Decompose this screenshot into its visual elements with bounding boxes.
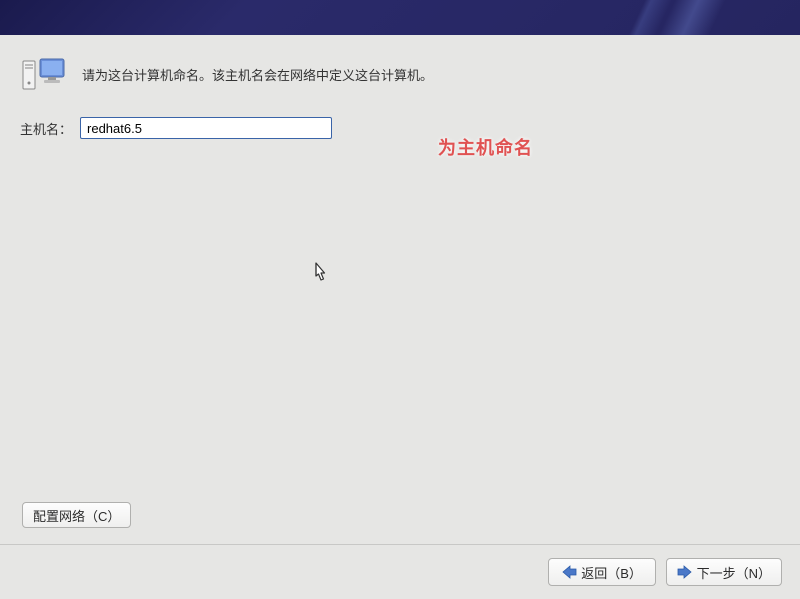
configure-network-button[interactable]: 配置网络（C）	[22, 502, 131, 528]
cursor-pointer-icon	[310, 261, 330, 285]
header-banner	[0, 0, 800, 35]
next-button[interactable]: 下一步（N）	[666, 558, 782, 586]
back-label: 返回（B）	[581, 563, 642, 582]
intro-text: 请为这台计算机命名。该主机名会在网络中定义这台计算机。	[82, 65, 433, 84]
arrow-right-icon	[677, 565, 693, 579]
computer-network-icon	[22, 57, 66, 91]
next-label: 下一步（N）	[697, 563, 771, 582]
hostname-row: 主机名：	[22, 117, 778, 139]
arrow-left-icon	[561, 565, 577, 579]
annotation-label: 为主机命名	[438, 134, 533, 160]
main-content: 请为这台计算机命名。该主机名会在网络中定义这台计算机。 主机名： 为主机命名 配…	[0, 35, 800, 544]
configure-network-label: 配置网络（C）	[33, 506, 120, 525]
hostname-input[interactable]	[80, 117, 332, 139]
back-button[interactable]: 返回（B）	[548, 558, 656, 586]
intro-row: 请为这台计算机命名。该主机名会在网络中定义这台计算机。	[22, 57, 778, 91]
footer-nav: 返回（B） 下一步（N）	[0, 544, 800, 599]
hostname-label: 主机名：	[20, 119, 72, 138]
